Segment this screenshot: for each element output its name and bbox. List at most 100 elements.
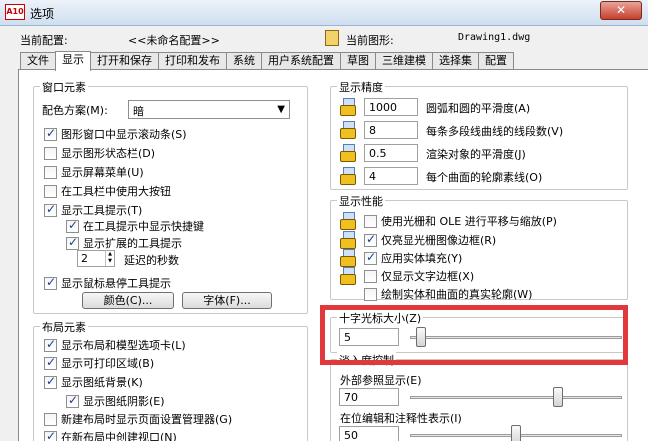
checkbox-row[interactable]: 仅亮显光栅图像边框(R) — [364, 232, 496, 248]
checkbox-row[interactable]: 显示扩展的工具提示 — [66, 235, 182, 251]
tooltip-delay-row: 延迟的秒数 — [124, 252, 179, 268]
checkbox-label: 显示工具提示(T) — [61, 204, 143, 217]
inplace-edit-input[interactable]: 50 — [339, 426, 399, 441]
current-profile-label: 当前配置: — [20, 34, 68, 47]
tab-profiles[interactable]: 配置 — [478, 52, 514, 70]
slider-thumb[interactable] — [511, 425, 521, 441]
tab-drafting[interactable]: 草图 — [340, 52, 376, 70]
checkbox[interactable] — [44, 355, 57, 370]
contour-lines-input[interactable]: 4 — [364, 167, 418, 185]
crosshair-size-input[interactable]: 5 — [339, 328, 399, 346]
checkbox[interactable] — [66, 218, 79, 233]
tab-files[interactable]: 文件 — [20, 52, 56, 70]
checkbox-row[interactable]: 显示鼠标悬停工具提示 — [44, 275, 171, 291]
checkbox-label: 显示可打印区域(B) — [61, 357, 155, 370]
slider-thumb[interactable] — [415, 327, 426, 347]
color-scheme-row: 配色方案(M): — [42, 102, 108, 118]
checkbox-row[interactable]: 在工具提示中显示快捷键 — [66, 218, 204, 234]
checkbox-row[interactable]: 显示图纸阴影(E) — [66, 393, 165, 409]
checkbox-row[interactable]: 使用光栅和 OLE 进行平移与缩放(P) — [364, 213, 557, 229]
checkbox-row[interactable]: 显示屏幕菜单(U) — [44, 164, 144, 180]
checkbox-label: 新建布局时显示页面设置管理器(G) — [61, 413, 233, 426]
drawing-file-icon — [325, 30, 339, 46]
inplace-edit-slider[interactable] — [410, 425, 622, 441]
contour-lines-row: 每个曲面的轮廓素线(O) — [426, 169, 542, 185]
checkbox[interactable] — [66, 393, 79, 408]
display-setting-icon — [340, 167, 358, 185]
checkbox[interactable] — [66, 235, 79, 250]
checkbox[interactable] — [44, 374, 57, 389]
chevron-down-icon: ▼ — [277, 104, 285, 115]
tooltip-delay-spinner[interactable]: 2 ▲ ▼ — [77, 250, 115, 267]
slider-track — [410, 396, 622, 399]
xref-display-slider[interactable] — [410, 387, 622, 407]
checkbox[interactable] — [44, 146, 57, 160]
checkbox[interactable] — [44, 165, 57, 179]
checkbox-label: 显示鼠标悬停工具提示 — [61, 277, 171, 290]
checkbox-row[interactable]: 显示图形状态栏(D) — [44, 145, 155, 161]
crosshair-size-slider[interactable] — [410, 327, 622, 347]
checkbox[interactable] — [44, 126, 57, 141]
spinner-arrows-icon[interactable]: ▲ ▼ — [105, 251, 114, 266]
slider-thumb[interactable] — [553, 387, 564, 407]
inplace-edit-label: 在位编辑和注释性表示(I) — [340, 412, 462, 425]
checkbox[interactable] — [364, 269, 377, 283]
checkbox[interactable] — [364, 250, 377, 265]
xref-display-label: 外部参照显示(E) — [340, 374, 422, 387]
arc-smoothness-input[interactable]: 1000 — [364, 98, 418, 116]
checkbox[interactable] — [44, 202, 57, 217]
color-scheme-select[interactable]: 暗 ▼ — [128, 100, 290, 119]
tab-3d-modeling[interactable]: 三维建模 — [375, 52, 433, 70]
display-setting-icon — [340, 212, 358, 230]
arc-smoothness-row: 圆弧和圆的平滑度(A) — [426, 100, 530, 116]
checkbox-row[interactable]: 绘制实体和曲面的真实轮廓(W) — [364, 286, 532, 302]
checkbox[interactable] — [44, 412, 57, 426]
tab-open-save[interactable]: 打开和保存 — [90, 52, 159, 70]
checkbox[interactable] — [44, 337, 57, 352]
colors-button[interactable]: 颜色(C)... — [82, 292, 174, 309]
tab-user-preferences[interactable]: 用户系统配置 — [261, 52, 341, 70]
checkbox-row[interactable]: 在新布局中创建视口(N) — [44, 429, 177, 441]
app-logo-icon: A10 — [5, 4, 25, 20]
close-button[interactable]: ✕ — [600, 1, 642, 20]
checkbox[interactable] — [364, 232, 377, 247]
checkbox[interactable] — [44, 184, 57, 198]
checkbox-label: 显示图纸阴影(E) — [83, 395, 165, 408]
polyline-segments-input[interactable]: 8 — [364, 121, 418, 139]
checkbox[interactable] — [364, 214, 377, 228]
xref-display-input[interactable]: 70 — [339, 388, 399, 406]
render-smoothness-row: 渲染对象的平滑度(J) — [426, 146, 526, 162]
current-profile-value: <<未命名配置>> — [128, 34, 220, 47]
tab-display[interactable]: 显示 — [55, 51, 91, 71]
checkbox-row[interactable]: 在工具栏中使用大按钮 — [44, 183, 171, 199]
display-resolution-title: 显示精度 — [337, 79, 385, 95]
display-setting-icon — [340, 267, 358, 285]
current-drawing-label: 当前图形: — [346, 34, 394, 47]
display-setting-icon — [340, 121, 358, 139]
checkbox-row[interactable]: 显示图纸背景(K) — [44, 374, 143, 390]
checkbox-row[interactable]: 应用实体填充(Y) — [364, 250, 462, 266]
checkbox[interactable] — [364, 287, 377, 301]
checkbox-row[interactable]: 图形窗口中显示滚动条(S) — [44, 126, 187, 142]
tab-selection[interactable]: 选择集 — [432, 52, 479, 70]
checkbox[interactable] — [44, 275, 57, 290]
render-smoothness-label: 渲染对象的平滑度(J) — [426, 148, 526, 161]
checkbox-label: 显示扩展的工具提示 — [83, 237, 182, 250]
contour-lines-label: 每个曲面的轮廓素线(O) — [426, 171, 543, 184]
checkbox[interactable] — [44, 429, 57, 441]
checkbox-label: 在工具栏中使用大按钮 — [61, 185, 171, 198]
fonts-button[interactable]: 字体(F)... — [182, 292, 272, 309]
checkbox-row[interactable]: 显示布局和模型选项卡(L) — [44, 337, 186, 353]
checkbox-row[interactable]: 显示工具提示(T) — [44, 202, 142, 218]
contour-lines-value: 4 — [369, 170, 376, 183]
checkbox-label: 显示图纸背景(K) — [61, 376, 143, 389]
checkbox-row[interactable]: 显示可打印区域(B) — [44, 355, 154, 371]
checkbox-row[interactable]: 新建布局时显示页面设置管理器(G) — [44, 411, 232, 427]
checkbox-label: 显示图形状态栏(D) — [61, 147, 156, 160]
render-smoothness-input[interactable]: 0.5 — [364, 144, 418, 162]
tab-system[interactable]: 系统 — [226, 52, 262, 70]
title-bar: A10 选项 ✕ — [0, 0, 648, 26]
tab-plot-publish[interactable]: 打印和发布 — [158, 52, 227, 70]
polyline-segments-row: 每条多段线曲线的线段数(V) — [426, 123, 563, 139]
checkbox-row[interactable]: 仅显示文字边框(X) — [364, 268, 474, 284]
